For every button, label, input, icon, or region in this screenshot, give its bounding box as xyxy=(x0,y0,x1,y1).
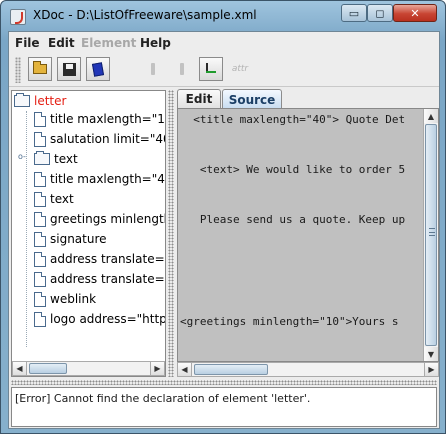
maximize-button[interactable]: ◻ xyxy=(367,4,393,22)
scroll-right-icon[interactable]: ▶ xyxy=(424,363,438,376)
menu-element: Element xyxy=(81,36,137,50)
tree-root-letter[interactable]: letter xyxy=(14,91,66,111)
editor-vertical-scrollbar[interactable]: ▲ ▼ xyxy=(423,109,438,361)
source-editor[interactable]: <title maxlength="40"> Quote Det <text> … xyxy=(177,108,439,362)
tree-item-label: text xyxy=(54,152,78,166)
scroll-up-icon[interactable]: ▲ xyxy=(424,109,438,123)
document-icon xyxy=(34,191,46,207)
app-window: XDoc - D:\ListOfFreeware\sample.xml ▭ ◻ … xyxy=(0,0,446,434)
book-icon xyxy=(91,61,105,77)
tree-item-label: address translate=" xyxy=(50,272,166,286)
java-app-icon xyxy=(10,9,26,25)
source-line: <title maxlength="40"> Quote Det xyxy=(180,113,406,126)
tree-item[interactable]: title maxlength="40" xyxy=(34,169,166,189)
horizontal-splitter[interactable] xyxy=(11,380,437,385)
document-icon xyxy=(34,311,46,327)
document-icon xyxy=(34,231,46,247)
scroll-thumb[interactable] xyxy=(29,363,67,374)
client-area: File Edit Element Help attr letter title… xyxy=(8,31,440,429)
tree-item[interactable]: title maxlength="10" xyxy=(34,109,166,129)
error-message: [Error] Cannot find the declaration of e… xyxy=(15,392,311,405)
minimize-button[interactable]: ▭ xyxy=(341,4,367,22)
message-panel: [Error] Cannot find the declaration of e… xyxy=(11,387,437,427)
save-button[interactable] xyxy=(57,57,81,81)
attribute-icon: attr xyxy=(231,64,249,74)
scroll-left-icon[interactable]: ◀ xyxy=(13,362,27,375)
book-button[interactable] xyxy=(86,57,110,81)
window-title: XDoc - D:\ListOfFreeware\sample.xml xyxy=(33,8,257,22)
scroll-thumb[interactable] xyxy=(425,124,437,346)
vertical-splitter[interactable] xyxy=(168,90,174,377)
save-icon xyxy=(62,62,76,76)
open-folder-icon xyxy=(33,61,47,74)
menu-file[interactable]: File xyxy=(15,36,40,50)
menu-bar: File Edit Element Help xyxy=(9,32,439,53)
document-icon xyxy=(34,171,46,187)
add-child-icon xyxy=(204,62,218,76)
folder-icon xyxy=(34,151,50,165)
document-icon xyxy=(34,271,46,287)
tree-item-label: salutation limit="40" xyxy=(50,132,166,146)
scroll-thumb[interactable] xyxy=(194,364,268,375)
grip-icon xyxy=(429,228,435,236)
tree-item[interactable]: text xyxy=(34,189,74,209)
tree-item[interactable]: address translate=" xyxy=(34,269,166,289)
close-button[interactable]: ✕ xyxy=(393,4,437,22)
document-icon xyxy=(34,291,46,307)
tab-source[interactable]: Source xyxy=(222,89,282,109)
document-icon xyxy=(34,251,46,267)
move-up-button xyxy=(141,57,165,81)
tab-edit[interactable]: Edit xyxy=(177,89,221,108)
source-line: <greetings minlength="10">Yours s xyxy=(180,315,399,328)
editor-horizontal-scrollbar[interactable]: ◀ ▶ xyxy=(177,362,439,377)
tree-item-label: signature xyxy=(50,232,107,246)
tree-item-label: address translate=" xyxy=(50,252,166,266)
tree-item-label: title maxlength="40" xyxy=(50,172,166,186)
tree-item-label: weblink xyxy=(50,292,97,306)
menu-edit[interactable]: Edit xyxy=(48,36,75,50)
attribute-button: attr xyxy=(228,57,252,81)
scroll-left-icon[interactable]: ◀ xyxy=(178,363,192,376)
expand-handle-icon[interactable]: o- xyxy=(18,152,26,161)
toolbar-grip[interactable] xyxy=(15,57,21,83)
source-line: Please send us a quote. Keep up xyxy=(180,213,406,226)
tree-horizontal-scrollbar[interactable]: ◀ ▶ xyxy=(12,361,165,376)
add-child-button[interactable] xyxy=(199,57,223,81)
source-line: <text> We would like to order 5 xyxy=(180,163,406,176)
tree-item-label: text xyxy=(50,192,74,206)
tree-item-label: logo address="http:/ xyxy=(50,312,166,326)
tree-item[interactable]: logo address="http:/ xyxy=(34,309,166,329)
scroll-down-icon[interactable]: ▼ xyxy=(424,347,438,361)
move-up-icon xyxy=(151,63,155,75)
toolbar: attr xyxy=(9,53,439,87)
tree-item[interactable]: address translate=" xyxy=(34,249,166,269)
open-button[interactable] xyxy=(28,57,52,81)
tree-connector xyxy=(26,111,27,347)
move-down-icon xyxy=(180,63,184,75)
tree-item[interactable]: text xyxy=(34,149,78,169)
tree-item-label: title maxlength="10" xyxy=(50,112,166,126)
tree-item[interactable]: signature xyxy=(34,229,107,249)
menu-help[interactable]: Help xyxy=(140,36,171,50)
tree-item-label: letter xyxy=(34,94,67,108)
tree-item[interactable]: weblink xyxy=(34,289,96,309)
tree-item-label: greetings minlength xyxy=(50,212,166,226)
move-down-button xyxy=(170,57,194,81)
scroll-right-icon[interactable]: ▶ xyxy=(150,362,164,375)
element-tree[interactable]: letter title maxlength="10" salutation l… xyxy=(11,90,166,377)
document-icon xyxy=(34,111,46,127)
document-icon xyxy=(34,131,46,147)
tree-item[interactable]: salutation limit="40" xyxy=(34,129,166,149)
tree-item[interactable]: greetings minlength xyxy=(34,209,166,229)
folder-icon xyxy=(14,93,30,107)
document-icon xyxy=(34,211,46,227)
title-bar[interactable]: XDoc - D:\ListOfFreeware\sample.xml ▭ ◻ … xyxy=(1,1,445,31)
